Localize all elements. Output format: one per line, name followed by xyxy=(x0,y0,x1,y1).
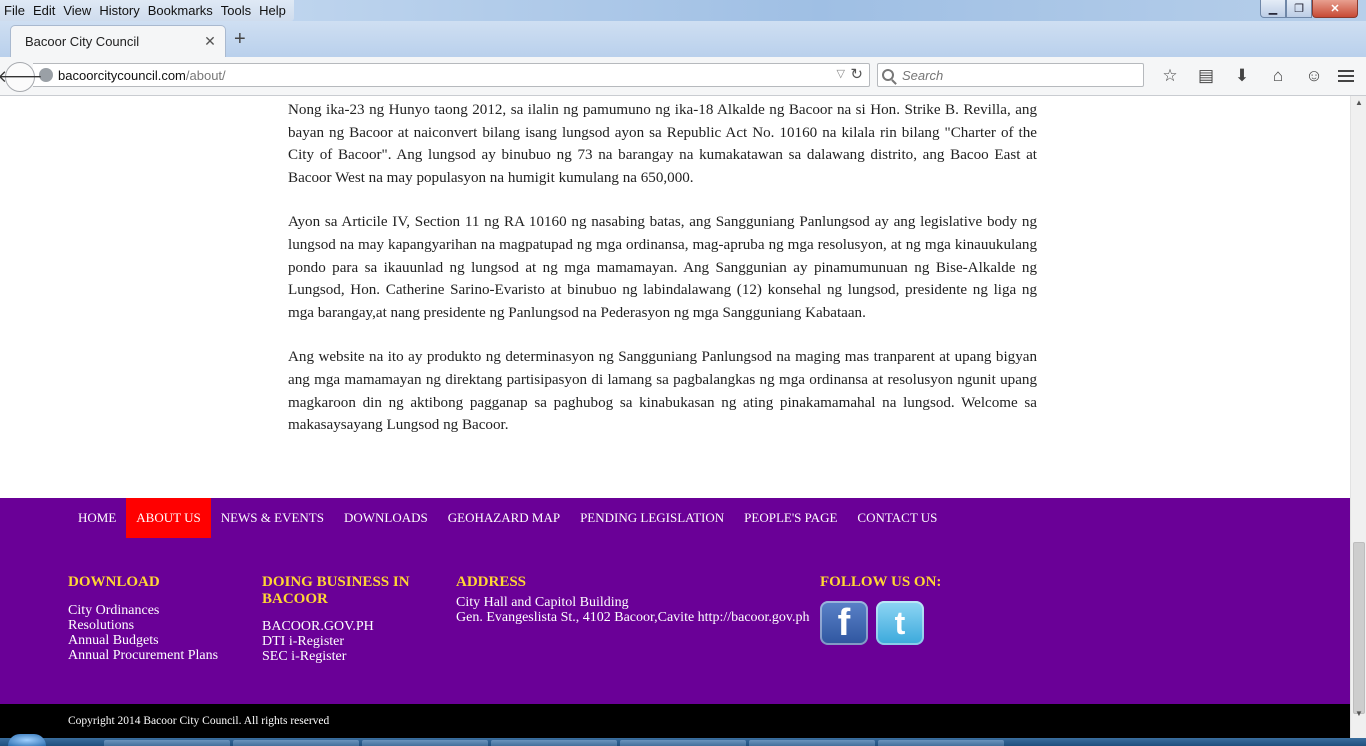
new-tab-icon[interactable]: + xyxy=(234,29,246,49)
minimize-icon: ▁ xyxy=(1268,3,1278,15)
menu-edit[interactable]: Edit xyxy=(29,0,59,21)
nav-news-events[interactable]: NEWS & EVENTS xyxy=(211,498,334,538)
page-viewport: Nong ika-23 ng Hunyo taong 2012, sa ilal… xyxy=(0,96,1350,738)
nav-about-us[interactable]: ABOUT US xyxy=(126,498,211,538)
nav-geohazard-map[interactable]: GEOHAZARD MAP xyxy=(438,498,570,538)
taskbar-item[interactable] xyxy=(749,740,875,746)
nav-downloads[interactable]: DOWNLOADS xyxy=(334,498,438,538)
article-paragraph: Ayon sa Articile IV, Section 11 ng RA 10… xyxy=(288,214,1037,321)
footer-business-column: DOING BUSINESS IN BACOOR BACOOR.GOV.PH D… xyxy=(262,574,432,664)
close-icon: ✕ xyxy=(1330,3,1340,15)
nav-contact-us[interactable]: CONTACT US xyxy=(847,498,947,538)
footer-download-column: DOWNLOAD City Ordinances Resolutions Ann… xyxy=(68,574,248,663)
footer: DOWNLOAD City Ordinances Resolutions Ann… xyxy=(0,538,1350,704)
url-history-dropdown-icon[interactable]: ▽ xyxy=(837,67,845,80)
link-city-ordinances[interactable]: City Ordinances xyxy=(68,603,248,618)
scroll-up-icon[interactable]: ▲ xyxy=(1355,98,1363,107)
address-line-1: City Hall and Capitol Building xyxy=(456,595,629,610)
search-icon xyxy=(882,69,894,81)
tab-bacoor-city-council[interactable]: Bacoor City Council ✕ xyxy=(10,25,226,57)
link-dti-iregister[interactable]: DTI i-Register xyxy=(262,634,432,649)
search-input[interactable] xyxy=(902,67,1122,83)
footer-navigation: HOME ABOUT US NEWS & EVENTS DOWNLOADS GE… xyxy=(0,498,1350,538)
taskbar-items xyxy=(104,740,1004,746)
menu-history[interactable]: History xyxy=(95,0,143,21)
twitter-icon[interactable]: t xyxy=(876,601,924,645)
download-icon[interactable]: ⬇ xyxy=(1224,64,1260,88)
bookmark-star-icon[interactable]: ☆ xyxy=(1152,64,1188,88)
nav-peoples-page[interactable]: PEOPLE'S PAGE xyxy=(734,498,847,538)
scroll-down-icon[interactable]: ▼ xyxy=(1355,709,1363,718)
article-paragraph: Ang website na ito ay produkto ng determ… xyxy=(288,349,1037,434)
toolbar-icons: ☆ ▤ ⬇ ⌂ ☺ xyxy=(1152,64,1332,88)
navigation-toolbar: bacoorcitycouncil.com/about/ ▽ ↻ 🡐 ☆ ▤ ⬇… xyxy=(0,57,1366,96)
download-heading: DOWNLOAD xyxy=(68,574,160,590)
url-path: /about/ xyxy=(185,67,226,83)
nav-home[interactable]: HOME xyxy=(68,498,126,538)
taskbar-item[interactable] xyxy=(878,740,1004,746)
back-arrow-icon: 🡐 xyxy=(0,67,43,86)
hamburger-menu-icon[interactable] xyxy=(1334,64,1358,88)
business-heading: DOING BUSINESS IN BACOOR xyxy=(262,574,410,607)
start-button-icon[interactable] xyxy=(8,734,46,746)
search-box[interactable] xyxy=(877,63,1144,87)
facebook-icon[interactable]: f xyxy=(820,601,868,645)
address-heading: ADDRESS xyxy=(456,574,527,590)
taskbar-item[interactable] xyxy=(362,740,488,746)
menu-tools[interactable]: Tools xyxy=(217,0,255,21)
url-bar[interactable]: bacoorcitycouncil.com/about/ ▽ ↻ xyxy=(33,63,870,87)
url-domain: bacoorcitycouncil.com xyxy=(58,67,186,83)
footer-follow-column: FOLLOW US ON: f t xyxy=(820,574,1020,645)
menu-bar: File Edit View History Bookmarks Tools H… xyxy=(0,0,294,21)
maximize-icon: ❐ xyxy=(1294,3,1304,15)
nav-pending-legislation[interactable]: PENDING LEGISLATION xyxy=(570,498,734,538)
back-button[interactable]: 🡐 xyxy=(0,62,43,92)
chat-icon[interactable]: ☺ xyxy=(1296,64,1332,88)
menu-bookmarks[interactable]: Bookmarks xyxy=(144,0,217,21)
home-icon[interactable]: ⌂ xyxy=(1260,64,1296,88)
tab-close-icon[interactable]: ✕ xyxy=(203,33,217,50)
vertical-scrollbar[interactable]: ▲ ▼ xyxy=(1350,96,1366,738)
taskbar-item[interactable] xyxy=(620,740,746,746)
window-controls: ▁ ❐ ✕ xyxy=(1260,0,1358,18)
link-annual-procurement-plans[interactable]: Annual Procurement Plans xyxy=(68,648,248,663)
social-links: f t xyxy=(820,601,1020,645)
tab-strip: Bacoor City Council ✕ + xyxy=(0,21,1366,57)
link-resolutions[interactable]: Resolutions xyxy=(68,618,248,633)
menu-help[interactable]: Help xyxy=(255,0,290,21)
link-annual-budgets[interactable]: Annual Budgets xyxy=(68,633,248,648)
copyright-bar: Copyright 2014 Bacoor City Council. All … xyxy=(0,704,1350,738)
minimize-button[interactable]: ▁ xyxy=(1260,0,1286,18)
reload-icon[interactable]: ↻ xyxy=(850,65,863,83)
reading-list-icon[interactable]: ▤ xyxy=(1188,64,1224,88)
taskbar-item[interactable] xyxy=(104,740,230,746)
menu-view[interactable]: View xyxy=(59,0,95,21)
address-line-2: Gen. Evangeslista St., 4102 Bacoor,Cavit… xyxy=(456,610,810,625)
link-bacoor-gov-ph[interactable]: BACOOR.GOV.PH xyxy=(262,619,432,634)
menu-file[interactable]: File xyxy=(0,0,29,21)
taskbar-item[interactable] xyxy=(491,740,617,746)
scroll-thumb[interactable] xyxy=(1353,542,1365,714)
maximize-button[interactable]: ❐ xyxy=(1286,0,1312,18)
about-article: Nong ika-23 ng Hunyo taong 2012, sa ilal… xyxy=(288,99,1037,459)
taskbar-item[interactable] xyxy=(233,740,359,746)
follow-heading: FOLLOW US ON: xyxy=(820,574,942,590)
footer-address-column: ADDRESS City Hall and Capitol Building G… xyxy=(456,574,826,625)
link-sec-iregister[interactable]: SEC i-Register xyxy=(262,649,432,664)
tab-title: Bacoor City Council xyxy=(25,34,140,49)
close-window-button[interactable]: ✕ xyxy=(1312,0,1358,18)
article-paragraph: Nong ika-23 ng Hunyo taong 2012, sa ilal… xyxy=(288,102,1037,186)
